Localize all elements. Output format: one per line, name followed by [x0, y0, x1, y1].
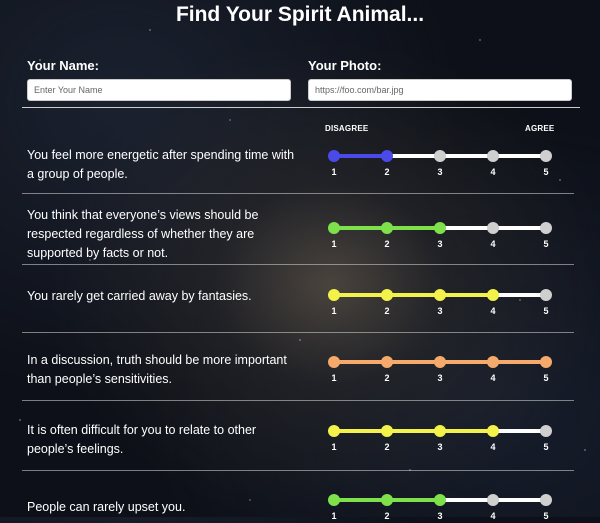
slider-fill [334, 154, 387, 158]
row-divider [22, 264, 574, 265]
slider-stop-4[interactable] [487, 222, 499, 234]
question-text: In a discussion, truth should be more im… [27, 353, 287, 386]
slider-stop-5[interactable] [540, 289, 552, 301]
slider-tick-label: 1 [331, 511, 337, 521]
header-divider [22, 107, 580, 108]
slider-tick-label: 3 [437, 239, 443, 249]
slider-tick-label: 5 [543, 306, 549, 316]
agreement-slider[interactable]: 1 2 3 4 5 [328, 288, 554, 318]
row-divider [22, 332, 574, 333]
slider-tick-label: 3 [437, 306, 443, 316]
slider-stop-3[interactable] [434, 425, 446, 437]
slider-tick-label: 5 [543, 511, 549, 521]
slider-stop-4[interactable] [487, 150, 499, 162]
slider-tick-label: 4 [490, 306, 496, 316]
question-text: You think that everyone’s views should b… [27, 208, 259, 260]
row-divider [22, 400, 574, 401]
agreement-slider[interactable]: 1 2 3 4 5 [328, 355, 554, 385]
agreement-slider[interactable]: 1 2 3 4 5 [328, 149, 554, 179]
slider-tick-label: 5 [543, 373, 549, 383]
slider-tick-label: 5 [543, 239, 549, 249]
agree-label: AGREE [525, 124, 555, 133]
slider-stop-2[interactable] [381, 150, 393, 162]
slider-stop-3[interactable] [434, 356, 446, 368]
slider-stop-2[interactable] [381, 289, 393, 301]
slider-stop-5[interactable] [540, 356, 552, 368]
slider-stop-4[interactable] [487, 356, 499, 368]
slider-tick-label: 2 [384, 442, 390, 452]
slider-fill [334, 429, 493, 433]
slider-stop-2[interactable] [381, 425, 393, 437]
slider-tick-label: 4 [490, 511, 496, 521]
disagree-label: DISAGREE [325, 124, 369, 133]
photo-url-input[interactable] [308, 79, 572, 101]
slider-tick-label: 2 [384, 511, 390, 521]
slider-stop-1[interactable] [328, 289, 340, 301]
slider-stop-4[interactable] [487, 494, 499, 506]
slider-stop-4[interactable] [487, 425, 499, 437]
slider-tick-label: 3 [437, 442, 443, 452]
slider-stop-2[interactable] [381, 494, 393, 506]
slider-tick-label: 4 [490, 442, 496, 452]
name-input[interactable] [27, 79, 291, 101]
slider-stop-1[interactable] [328, 356, 340, 368]
slider-tick-label: 3 [437, 511, 443, 521]
slider-tick-label: 2 [384, 239, 390, 249]
slider-stop-2[interactable] [381, 356, 393, 368]
agreement-slider[interactable]: 1 2 3 4 5 [328, 424, 554, 454]
name-label: Your Name: [27, 58, 99, 73]
slider-stop-2[interactable] [381, 222, 393, 234]
question-text: People can rarely upset you. [27, 500, 186, 514]
slider-stop-1[interactable] [328, 425, 340, 437]
slider-tick-label: 1 [331, 306, 337, 316]
row-divider [22, 470, 574, 471]
slider-tick-label: 3 [437, 373, 443, 383]
slider-stop-5[interactable] [540, 150, 552, 162]
slider-stop-1[interactable] [328, 150, 340, 162]
question-text: You rarely get carried away by fantasies… [27, 289, 252, 303]
agreement-slider[interactable]: 1 2 3 4 5 [328, 493, 554, 523]
slider-tick-label: 5 [543, 442, 549, 452]
slider-stop-5[interactable] [540, 425, 552, 437]
slider-tick-label: 1 [331, 442, 337, 452]
slider-stop-3[interactable] [434, 494, 446, 506]
slider-tick-label: 1 [331, 167, 337, 177]
slider-tick-label: 5 [543, 167, 549, 177]
photo-label: Your Photo: [308, 58, 382, 73]
slider-tick-label: 4 [490, 167, 496, 177]
question-text: You feel more energetic after spending t… [27, 148, 295, 181]
slider-stop-4[interactable] [487, 289, 499, 301]
page-title: Find Your Spirit Animal... [175, 3, 425, 26]
slider-stop-3[interactable] [434, 150, 446, 162]
row-divider [22, 193, 574, 194]
slider-stop-1[interactable] [328, 222, 340, 234]
slider-tick-label: 2 [384, 373, 390, 383]
slider-tick-label: 3 [437, 167, 443, 177]
slider-stop-1[interactable] [328, 494, 340, 506]
slider-tick-label: 1 [331, 239, 337, 249]
slider-tick-label: 2 [384, 306, 390, 316]
slider-stop-3[interactable] [434, 289, 446, 301]
question-text: It is often difficult for you to relate … [27, 423, 257, 456]
slider-stop-5[interactable] [540, 222, 552, 234]
slider-tick-label: 4 [490, 239, 496, 249]
agreement-slider[interactable]: 1 2 3 4 5 [328, 221, 554, 251]
slider-tick-label: 2 [384, 167, 390, 177]
slider-fill [334, 293, 493, 297]
slider-tick-label: 4 [490, 373, 496, 383]
slider-stop-5[interactable] [540, 494, 552, 506]
slider-stop-3[interactable] [434, 222, 446, 234]
slider-tick-label: 1 [331, 373, 337, 383]
